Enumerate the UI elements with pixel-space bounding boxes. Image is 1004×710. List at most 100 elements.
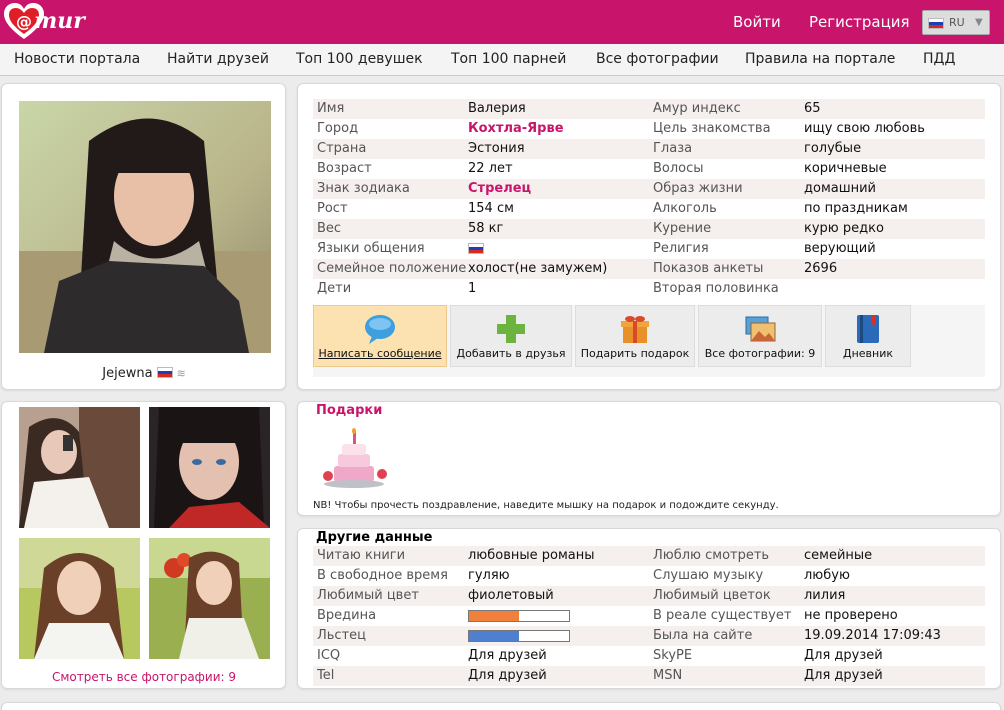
main-profile-photo[interactable] [19, 101, 271, 353]
info-label: Семейное положение [317, 261, 467, 276]
add-friend-label: Добавить в друзья [456, 347, 566, 360]
login-link[interactable]: Войти [733, 13, 781, 31]
info-label: Вторая половинка [653, 281, 779, 296]
info-value-link[interactable]: Стрелец [468, 181, 531, 196]
info-value: голубые [804, 141, 862, 156]
info-label: Амур индекс [653, 101, 741, 116]
info-label: Была на сайте [653, 628, 753, 643]
trait-level-fill [469, 631, 519, 641]
photo-thumbnail[interactable] [149, 407, 270, 528]
info-label: Глаза [653, 141, 693, 156]
action-bar: Написать сообщение Добавить в друзья Под… [313, 305, 985, 377]
language-flag-icon [468, 243, 484, 258]
info-row: Курение курю редко [649, 219, 985, 239]
info-row: Вредина [313, 606, 649, 626]
info-row: Слушаю музыку любую [649, 566, 985, 586]
info-label: Слушаю музыку [653, 568, 764, 583]
nav-all-photos[interactable]: Все фотографии [596, 51, 719, 67]
nav-news[interactable]: Новости портала [14, 51, 140, 67]
info-label: Люблю смотреть [653, 548, 770, 563]
info-label: В свободное время [317, 568, 448, 583]
info-value: домашний [804, 181, 877, 196]
info-value: Эстония [468, 141, 525, 156]
bottom-panel [1, 702, 1001, 710]
gifts-title: Подарки [316, 403, 383, 418]
speech-bubble-icon [365, 315, 395, 344]
info-value: лилия [804, 588, 846, 603]
trait-level-bar [468, 630, 570, 642]
info-row: Страна Эстония [313, 139, 649, 159]
info-label: Город [317, 121, 359, 136]
register-link[interactable]: Регистрация [809, 13, 910, 31]
info-row: В свободное время гуляю [313, 566, 649, 586]
info-label: Страна [317, 141, 367, 156]
chevron-down-icon: ▼ [975, 17, 983, 28]
nav-rules[interactable]: Правила на портале [745, 51, 895, 67]
profile-info-panel: Написать сообщение Добавить в друзья Под… [297, 83, 1001, 390]
info-value: любовные романы [468, 548, 595, 563]
info-value: Валерия [468, 101, 526, 116]
view-all-photos-link[interactable]: Смотреть все фотографии: 9 [2, 670, 286, 684]
info-label: Алкоголь [653, 201, 717, 216]
info-row: Волосы коричневые [649, 159, 985, 179]
send-gift-label: Подарить подарок [580, 347, 690, 360]
info-label: Знак зодиака [317, 181, 410, 196]
info-value: гуляю [468, 568, 510, 583]
info-label: Льстец [317, 628, 367, 643]
nav-find-friends[interactable]: Найти друзей [167, 51, 269, 67]
info-row: Вторая половинка [649, 279, 985, 299]
info-label: Языки общения [317, 241, 425, 256]
birthday-cake-gift-icon[interactable] [320, 428, 390, 492]
language-select[interactable]: RU ▼ [922, 10, 990, 35]
gifts-note: NB! Чтобы прочесть поздравление, наведит… [313, 500, 779, 511]
send-gift-button[interactable]: Подарить подарок [575, 305, 695, 367]
nav-pdd[interactable]: ПДД [923, 51, 955, 67]
info-row: Город Кохтла-Ярве [313, 119, 649, 139]
info-value: Для друзей [804, 648, 883, 663]
username-text[interactable]: Jejewna [102, 366, 152, 381]
info-row: Дети 1 [313, 279, 649, 299]
photo-thumbnail[interactable] [149, 538, 270, 659]
info-row: Алкоголь по праздникам [649, 199, 985, 219]
info-row: Амур индекс 65 [649, 99, 985, 119]
russia-flag-icon [156, 367, 173, 378]
info-value: 22 лет [468, 161, 513, 176]
info-value: любую [804, 568, 850, 583]
info-value: 1 [468, 281, 477, 296]
info-row: Льстец [313, 626, 649, 646]
photo-thumbnail[interactable] [19, 407, 140, 528]
info-value: верующий [804, 241, 876, 256]
all-photos-label: Все фотографии: 9 [704, 347, 816, 360]
info-label: В реале существует [653, 608, 792, 623]
info-row: MSN Для друзей [649, 666, 985, 686]
info-row: Рост 154 см [313, 199, 649, 219]
info-value: по праздникам [804, 201, 908, 216]
info-value: 2696 [804, 261, 838, 276]
write-message-button[interactable]: Написать сообщение [313, 305, 447, 367]
language-code: RU [949, 16, 965, 29]
plus-icon [497, 315, 525, 343]
add-friend-button[interactable]: Добавить в друзья [450, 305, 572, 367]
photo-thumbnails-panel: Смотреть все фотографии: 9 [1, 401, 286, 689]
write-message-label: Написать сообщение [318, 347, 442, 360]
info-row: Tel Для друзей [313, 666, 649, 686]
info-row: Религия верующий [649, 239, 985, 259]
diary-button[interactable]: Дневник [825, 305, 911, 367]
gifts-panel: Подарки NB! Чтобы прочесть поздравление,… [297, 401, 1001, 516]
info-label: Вредина [317, 608, 377, 623]
info-value-link[interactable]: Кохтла-Ярве [468, 121, 564, 136]
site-logo[interactable]: @ mur [4, 3, 85, 41]
info-label: Волосы [653, 161, 704, 176]
info-value: Для друзей [468, 668, 547, 683]
photo-thumbnail[interactable] [19, 538, 140, 659]
all-photos-button[interactable]: Все фотографии: 9 [698, 305, 822, 367]
nav-top-guys[interactable]: Топ 100 парней [451, 51, 566, 67]
gift-icon [621, 316, 649, 343]
russia-flag-icon [928, 18, 944, 29]
nav-top-girls[interactable]: Топ 100 девушек [296, 51, 423, 67]
diary-icon [857, 315, 879, 343]
info-label: Образ жизни [653, 181, 743, 196]
info-label: Рост [317, 201, 348, 216]
info-label: Курение [653, 221, 712, 236]
info-row: Языки общения [313, 239, 649, 259]
